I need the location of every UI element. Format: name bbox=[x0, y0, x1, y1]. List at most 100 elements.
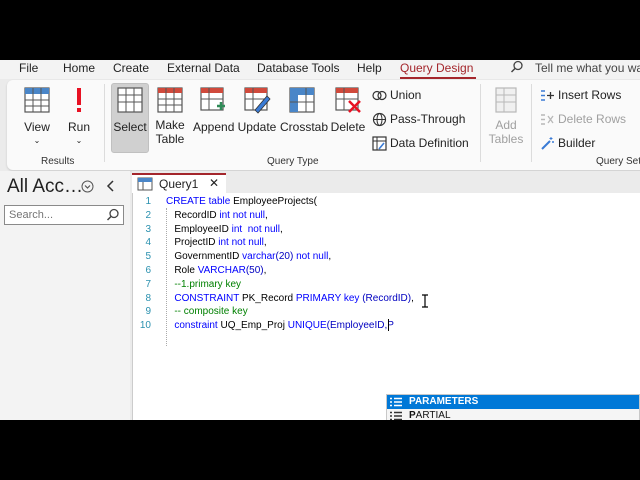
union-button[interactable]: Union bbox=[372, 88, 472, 104]
select-query-button[interactable]: Select bbox=[111, 86, 149, 134]
view-button[interactable]: View ⌄ bbox=[19, 86, 55, 148]
add-tables-label: Add Tables bbox=[488, 118, 524, 146]
update-button[interactable]: Update bbox=[237, 86, 277, 134]
append-label: Append bbox=[193, 120, 235, 134]
code-token: , bbox=[328, 251, 332, 263]
matched-prefix: P bbox=[409, 409, 416, 420]
line-number: 9 bbox=[145, 306, 151, 318]
code-token: (RecordID) bbox=[359, 292, 412, 304]
delete-rows-button[interactable]: Delete Rows bbox=[540, 112, 640, 128]
delete-label: Delete bbox=[330, 120, 366, 134]
insert-rows-label: Insert Rows bbox=[558, 88, 622, 102]
nav-pane-title[interactable]: All Acc… bbox=[7, 176, 83, 198]
code-token: int not null bbox=[219, 209, 265, 221]
view-label: View bbox=[24, 120, 50, 134]
pass-through-button[interactable]: Pass-Through bbox=[372, 112, 472, 128]
autocomplete-item-label: PARAMETERS bbox=[409, 396, 478, 407]
tab-external-data[interactable]: External Data bbox=[167, 61, 240, 75]
code-token: EmployeeProjects( bbox=[230, 196, 317, 207]
query-setup-group-label: Query Setu bbox=[596, 156, 640, 167]
tab-create[interactable]: Create bbox=[113, 61, 149, 75]
text-caret bbox=[388, 319, 389, 331]
builder-button[interactable]: Builder bbox=[540, 136, 640, 152]
code-token: int not null bbox=[218, 237, 264, 249]
append-button[interactable]: Append bbox=[193, 86, 235, 134]
line-number: 1 bbox=[145, 196, 151, 207]
code-text: RecordID int not null, bbox=[166, 209, 267, 221]
group-divider bbox=[104, 84, 105, 162]
add-tables-icon bbox=[495, 87, 517, 113]
line-number: 4 bbox=[145, 237, 151, 249]
code-token: PK_Record bbox=[239, 292, 296, 304]
tab-database-tools[interactable]: Database Tools bbox=[257, 61, 340, 75]
code-token: --1.primary key bbox=[166, 278, 242, 290]
code-token: int not null bbox=[231, 223, 280, 235]
code-token: ProjectID bbox=[166, 237, 219, 249]
tab-query-design[interactable]: Query Design bbox=[400, 61, 473, 75]
code-token: UQ_Emp_Proj bbox=[217, 320, 288, 332]
code-token: (20) bbox=[275, 251, 297, 263]
query-icon bbox=[137, 177, 153, 191]
code-token: GovernmentID bbox=[166, 251, 243, 263]
line-number: 5 bbox=[145, 251, 151, 263]
code-token: CREATE table bbox=[166, 196, 231, 207]
code-token: , bbox=[279, 223, 283, 235]
code-text: CONSTRAINT PK_Record PRIMARY key (Record… bbox=[166, 293, 414, 304]
crosstab-button[interactable]: Crosstab bbox=[280, 86, 328, 134]
builder-label: Builder bbox=[558, 136, 596, 150]
code-token: CONSTRAINT bbox=[174, 292, 240, 304]
close-icon[interactable]: ✕ bbox=[209, 176, 219, 190]
tab-help[interactable]: Help bbox=[357, 61, 382, 75]
delete-rows-label: Delete Rows bbox=[558, 112, 627, 126]
data-definition-button[interactable]: Data Definition bbox=[372, 136, 477, 152]
group-divider bbox=[531, 84, 532, 162]
update-label: Update bbox=[237, 120, 277, 134]
search-icon[interactable] bbox=[106, 208, 120, 222]
chevron-down-circle-icon[interactable] bbox=[81, 180, 94, 193]
line-number: 7 bbox=[145, 278, 151, 290]
crosstab-icon bbox=[289, 87, 315, 113]
active-tab-indicator bbox=[400, 77, 476, 79]
line-number: 3 bbox=[145, 223, 151, 235]
code-text: CREATE table EmployeeProjects( bbox=[166, 196, 317, 207]
datasheet-view-icon bbox=[24, 87, 50, 113]
navigation-pane: All Acc… bbox=[0, 171, 130, 420]
insert-rows-button[interactable]: Insert Rows bbox=[540, 88, 640, 104]
run-button[interactable]: Run ⌄ bbox=[61, 86, 97, 148]
tab-home[interactable]: Home bbox=[63, 61, 95, 75]
keyword-list-icon bbox=[390, 397, 402, 407]
tab-query1[interactable]: Query1 ✕ bbox=[132, 173, 226, 193]
delete-button[interactable]: Delete bbox=[329, 86, 367, 134]
line-number: 10 bbox=[139, 320, 151, 332]
select-label: Select bbox=[113, 120, 147, 134]
magic-wand-icon bbox=[541, 137, 554, 150]
autocomplete-item[interactable]: PARTIAL bbox=[387, 409, 639, 420]
add-tables-button[interactable]: Add Tables bbox=[487, 86, 525, 146]
globe-icon bbox=[372, 112, 387, 127]
ibeam-cursor-icon bbox=[422, 294, 428, 308]
tab-file[interactable]: File bbox=[19, 61, 38, 75]
run-exclamation-icon bbox=[77, 88, 81, 112]
autocomplete-dropdown[interactable]: PARAMETERSPARTIALPASSINGPERCENTPIVOTPLAN bbox=[386, 394, 640, 420]
data-definition-label: Data Definition bbox=[390, 136, 469, 150]
delete-query-icon bbox=[335, 87, 361, 113]
chevron-down-icon: ⌄ bbox=[75, 136, 83, 145]
make-table-icon bbox=[157, 87, 183, 113]
code-token: , bbox=[411, 292, 414, 304]
autocomplete-item[interactable]: PARAMETERS bbox=[387, 395, 639, 409]
code-token: (50) bbox=[245, 265, 264, 276]
search-icon bbox=[510, 60, 523, 73]
code-token: varchar bbox=[242, 251, 276, 263]
code-token: -- composite key bbox=[166, 306, 248, 318]
completion-rest: ARAMETERS bbox=[414, 396, 479, 407]
code-token: Role bbox=[166, 265, 198, 276]
sql-editor[interactable]: 1 CREATE table EmployeeProjects( 2 RecordI… bbox=[132, 193, 640, 420]
results-group-label: Results bbox=[41, 156, 75, 167]
chevron-left-icon[interactable] bbox=[105, 179, 117, 193]
insert-rows-icon bbox=[541, 90, 554, 101]
append-icon bbox=[200, 87, 225, 111]
tab-query1-label: Query1 bbox=[159, 177, 199, 191]
chevron-down-icon: ⌄ bbox=[33, 136, 41, 145]
line-number: 2 bbox=[145, 209, 151, 221]
make-table-button[interactable]: Make Table bbox=[153, 86, 187, 146]
